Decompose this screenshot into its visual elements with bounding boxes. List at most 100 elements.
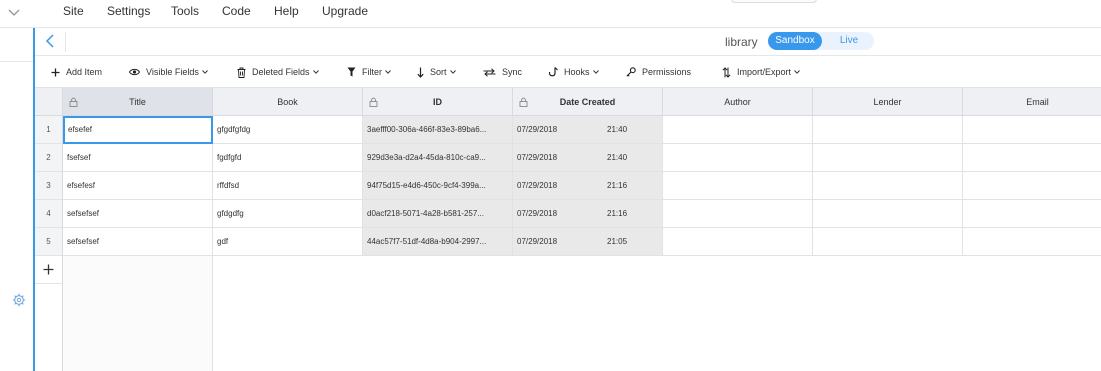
cell-book[interactable]: gfdgdfg [213, 200, 363, 228]
cell-id[interactable]: d0acf218-5071-4a28-b581-257... [363, 200, 513, 228]
cell-id[interactable]: 44ac57f7-51df-4d8a-b904-2997... [363, 228, 513, 256]
column-header-title[interactable]: Title [63, 88, 213, 116]
cell-date: 07/29/2018 [517, 125, 558, 134]
cell-lender[interactable] [813, 116, 963, 144]
row-gutter [35, 284, 63, 371]
menu-help[interactable]: Help [274, 4, 299, 18]
cell-email[interactable] [963, 116, 1101, 144]
cell-author[interactable] [663, 200, 813, 228]
column-header-date-created[interactable]: Date Created [513, 88, 663, 116]
cell-title[interactable]: sefsefsef [63, 228, 213, 256]
cell-title[interactable]: efsefesf [63, 172, 213, 200]
chevron-down-icon [201, 70, 208, 74]
collection-name: library [725, 35, 758, 49]
cell-email[interactable] [963, 228, 1101, 256]
column-header-email[interactable]: Email [963, 88, 1101, 116]
cell-date: 07/29/2018 [517, 181, 558, 190]
cell-date-created[interactable]: 07/29/2018 21:16 [513, 200, 663, 228]
gear-icon[interactable] [12, 293, 26, 307]
column-header-lender[interactable]: Lender [813, 88, 963, 116]
menu-upgrade[interactable]: Upgrade [322, 4, 368, 18]
cell-date: 07/29/2018 [517, 237, 558, 246]
sandbox-option[interactable]: Sandbox [768, 32, 822, 50]
row-number[interactable]: 5 [35, 228, 63, 256]
menu-site[interactable]: Site [63, 4, 84, 18]
cell-date-created[interactable]: 07/29/2018 21:40 [513, 144, 663, 172]
column-title-label: Title [129, 96, 146, 107]
row-number[interactable]: 3 [35, 172, 63, 200]
cell-date-created[interactable]: 07/29/2018 21:05 [513, 228, 663, 256]
back-chevron-icon[interactable] [44, 33, 56, 49]
column-header-book[interactable]: Book [213, 88, 363, 116]
cell-email[interactable] [963, 144, 1101, 172]
cell-id[interactable]: 94f75d15-e4d6-450c-9cf4-399a... [363, 172, 513, 200]
filter-button[interactable]: Filter [347, 65, 391, 79]
cell-email[interactable] [963, 200, 1101, 228]
sync-icon [483, 67, 496, 77]
hooks-button[interactable]: Hooks [549, 65, 599, 79]
cell-email[interactable] [963, 172, 1101, 200]
cell-title[interactable]: efsefef [63, 116, 213, 144]
row-number[interactable]: 4 [35, 200, 63, 228]
permissions-label: Permissions [642, 67, 692, 77]
cell-time: 21:16 [607, 181, 628, 190]
import-export-button[interactable]: Import/Export [722, 65, 800, 79]
left-rail [0, 28, 35, 371]
sort-icon [417, 67, 424, 78]
deleted-fields-button[interactable]: Deleted Fields [237, 65, 319, 79]
row-number[interactable]: 2 [35, 144, 63, 172]
add-item-button[interactable]: Add Item [51, 65, 102, 79]
column-lender-label: Lender [873, 96, 902, 107]
cell-author[interactable] [663, 116, 813, 144]
toolbar: Add Item Visible Fields Deleted Fields F… [35, 56, 1101, 88]
sort-button[interactable]: Sort [417, 65, 456, 79]
cell-title[interactable]: fsefsef [63, 144, 213, 172]
lock-icon [519, 97, 528, 107]
cell-lender[interactable] [813, 200, 963, 228]
chevron-down-icon[interactable] [7, 6, 21, 18]
chevron-down-icon [449, 70, 456, 74]
cell-id[interactable]: 929d3e3a-d2a4-45da-810c-ca9... [363, 144, 513, 172]
permissions-button[interactable]: Permissions [626, 65, 691, 79]
sync-label: Sync [502, 67, 523, 77]
eye-icon [129, 68, 140, 76]
column-book-label: Book [277, 96, 298, 107]
cell-book[interactable]: gfgdfgfdg [213, 116, 363, 144]
plus-icon [51, 68, 60, 76]
cell-time: 21:05 [607, 237, 628, 246]
cell-book[interactable]: gdf [213, 228, 363, 256]
row-number[interactable]: 1 [35, 116, 63, 144]
column-header-author[interactable]: Author [663, 88, 813, 116]
chevron-down-icon [385, 70, 391, 74]
cell-date: 07/29/2018 [517, 153, 558, 162]
menu-code[interactable]: Code [222, 4, 251, 18]
cell-date-created[interactable]: 07/29/2018 21:16 [513, 172, 663, 200]
cell-author[interactable] [663, 172, 813, 200]
cell-book[interactable]: rffdfsd [213, 172, 363, 200]
top-right-button[interactable] [731, 0, 817, 3]
cell-lender[interactable] [813, 228, 963, 256]
cell-author[interactable] [663, 144, 813, 172]
cell-lender[interactable] [813, 144, 963, 172]
header-divider [65, 32, 66, 52]
live-option[interactable]: Live [826, 32, 872, 50]
column-email-label: Email [1026, 96, 1049, 107]
visible-fields-button[interactable]: Visible Fields [129, 65, 208, 79]
cell-title[interactable]: sefsefsef [63, 200, 213, 228]
add-row-button[interactable] [35, 256, 63, 284]
cell-date-created[interactable]: 07/29/2018 21:40 [513, 116, 663, 144]
cell-id[interactable]: 3aefff00-306a-466f-83e3-89ba6... [363, 116, 513, 144]
cell-book[interactable]: fgdfgfd [213, 144, 363, 172]
sync-button[interactable]: Sync [483, 65, 522, 79]
filter-icon [347, 67, 356, 77]
menu-tools[interactable]: Tools [171, 4, 199, 18]
deleted-fields-label: Deleted Fields [252, 67, 310, 77]
chevron-down-icon [312, 70, 319, 74]
cell-lender[interactable] [813, 172, 963, 200]
cell-author[interactable] [663, 228, 813, 256]
column-header-id[interactable]: ID [363, 88, 513, 116]
menu-settings[interactable]: Settings [107, 4, 150, 18]
sandbox-live-toggle[interactable]: Sandbox Live [768, 32, 874, 50]
import-export-icon [722, 66, 731, 78]
data-table: Title Book ID Date Created Author Lender… [35, 88, 1101, 371]
